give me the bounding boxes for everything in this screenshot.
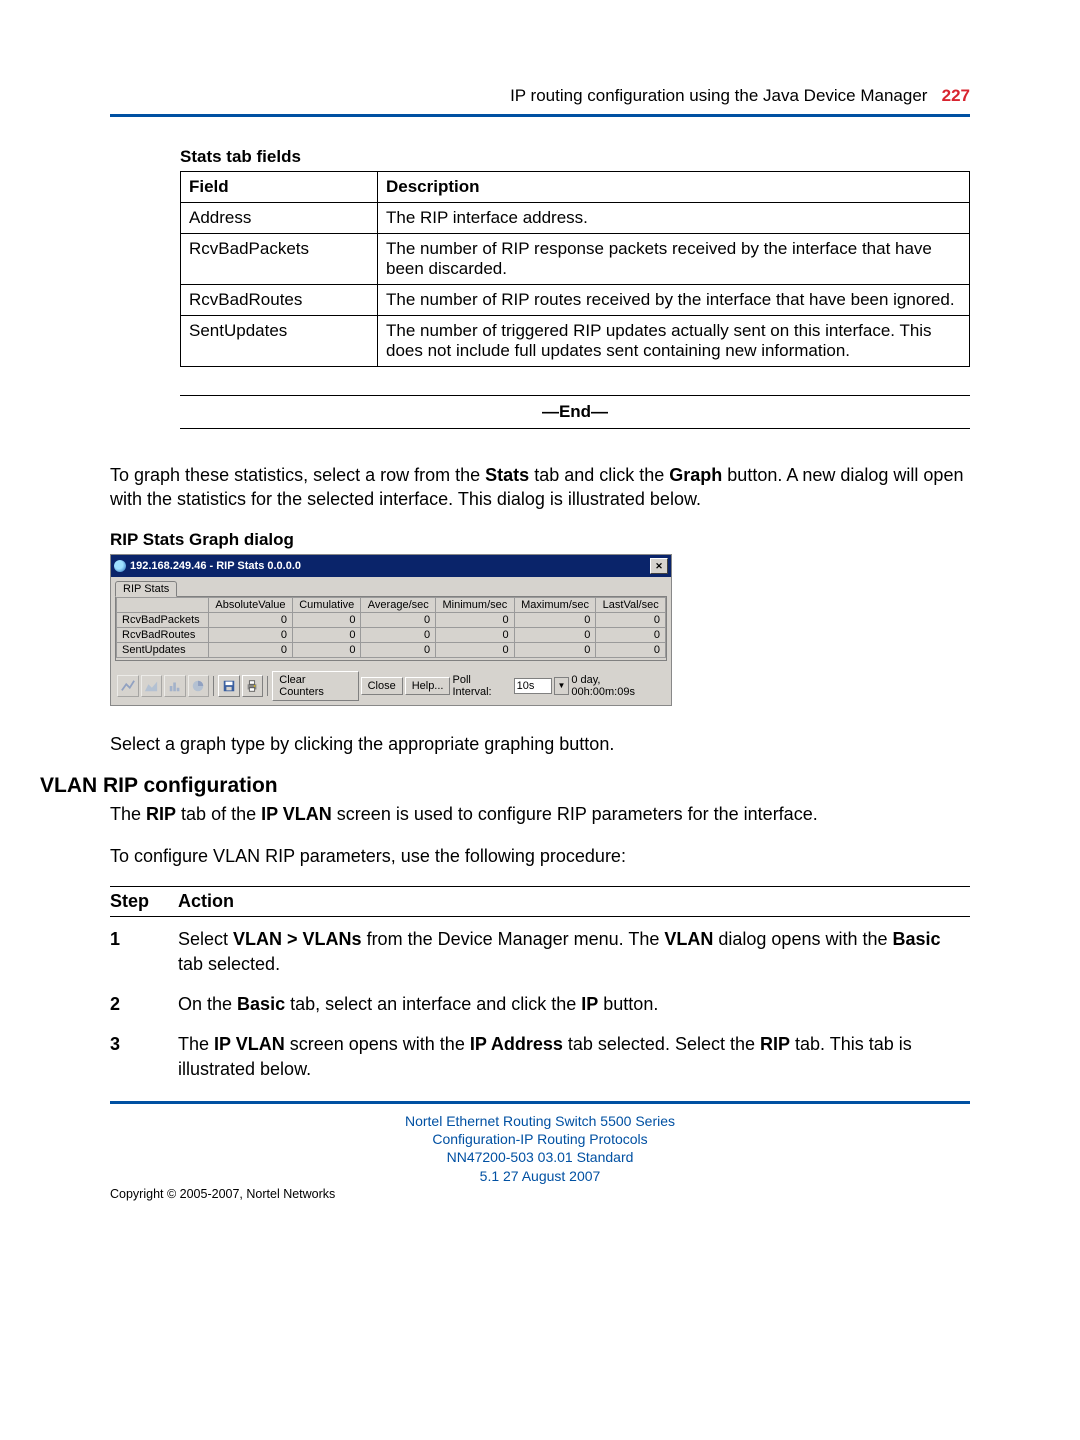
vlan-para-2: To configure VLAN RIP parameters, use th… [110,844,970,868]
select-graph-para: Select a graph type by clicking the appr… [110,732,970,756]
step-action-header: Step Action [110,886,970,917]
table-row: SentUpdates 0 0 0 0 0 0 [117,642,666,657]
close-button[interactable]: ✕ [650,558,668,574]
table-row: RcvBadRoutes The number of RIP routes re… [181,285,970,316]
clear-counters-button[interactable]: Clear Counters [272,671,358,701]
dialog-titlebar: 192.168.249.46 - RIP Stats 0.0.0.0 ✕ [111,555,671,577]
graph-paragraph: To graph these statistics, select a row … [110,463,970,512]
col-description: Description [378,172,970,203]
copyright: Copyright © 2005-2007, Nortel Networks [110,1187,970,1201]
dialog-title-text: 192.168.249.46 - RIP Stats 0.0.0.0 [130,560,301,572]
table-row: SentUpdates The number of triggered RIP … [181,316,970,367]
table-row: RcvBadRoutes 0 0 0 0 0 0 [117,627,666,642]
end-marker-block: —End— [180,395,970,429]
stats-table-caption: Stats tab fields [180,147,970,167]
header-title: IP routing configuration using the Java … [510,86,927,105]
close-dialog-button[interactable]: Close [361,677,403,695]
table-row: Address The RIP interface address. [181,203,970,234]
col-field: Field [181,172,378,203]
dialog-toolbar: Clear Counters Close Help... Poll Interv… [111,665,671,705]
pie-chart-icon[interactable] [188,675,210,697]
dialog-caption: RIP Stats Graph dialog [110,530,970,550]
stats-fields-table: Field Description Address The RIP interf… [180,171,970,367]
page-number: 227 [942,86,970,105]
section-heading: VLAN RIP configuration [40,774,970,798]
tab-rip-stats[interactable]: RIP Stats [115,581,177,597]
poll-interval-input[interactable] [514,678,552,694]
page-header: IP routing configuration using the Java … [110,86,970,106]
chevron-down-icon[interactable]: ▼ [554,677,570,695]
area-chart-icon[interactable] [141,675,163,697]
line-chart-icon[interactable] [117,675,139,697]
step-row: 3 The IP VLAN screen opens with the IP A… [110,1032,970,1081]
poll-interval-label: Poll Interval: [452,674,511,698]
print-icon[interactable] [242,675,264,697]
end-marker: —End— [180,396,970,428]
top-rule [110,114,970,117]
runtime-label: 0 day, 00h:00m:09s [571,674,665,698]
save-icon[interactable] [218,675,240,697]
stats-grid: AbsoluteValue Cumulative Average/sec Min… [116,597,666,658]
table-row: RcvBadPackets 0 0 0 0 0 0 [117,612,666,627]
step-row: 2 On the Basic tab, select an interface … [110,992,970,1016]
bottom-rule [110,1101,970,1104]
step-row: 1 Select VLAN > VLANs from the Device Ma… [110,927,970,976]
help-button[interactable]: Help... [405,677,451,695]
table-row: RcvBadPackets The number of RIP response… [181,234,970,285]
footer: Nortel Ethernet Routing Switch 5500 Seri… [110,1112,970,1185]
rip-stats-dialog: 192.168.249.46 - RIP Stats 0.0.0.0 ✕ RIP… [110,554,672,706]
bar-chart-icon[interactable] [164,675,186,697]
vlan-para-1: The RIP tab of the IP VLAN screen is use… [110,802,970,826]
globe-icon [114,560,126,572]
